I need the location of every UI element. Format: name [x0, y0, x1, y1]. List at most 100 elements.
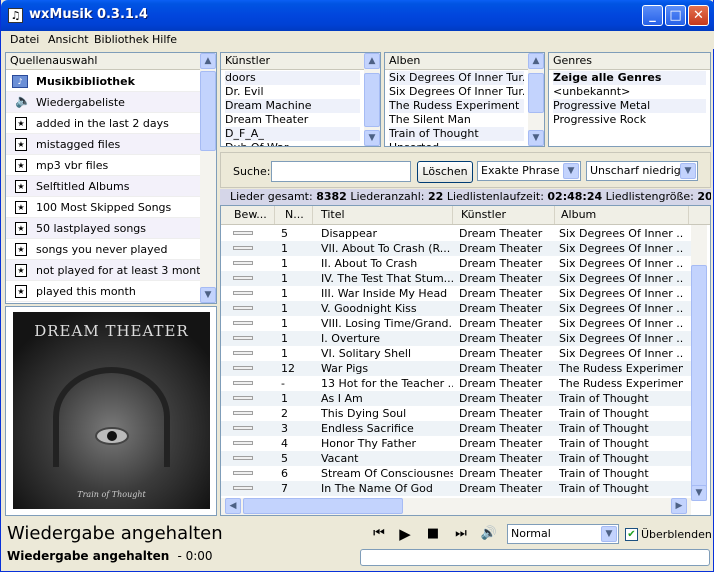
rating-bar[interactable]: [233, 291, 253, 295]
table-vscrollbar[interactable]: ▼: [691, 225, 707, 501]
table-row[interactable]: 5 Vacant Dream Theater Train of Thought: [221, 451, 691, 466]
source-item[interactable]: ★ not played for at least 3 months: [6, 260, 202, 281]
artist-item[interactable]: Dream Machine: [225, 99, 360, 113]
source-item[interactable]: ★ mistagged files: [6, 134, 202, 155]
rating-bar[interactable]: [233, 366, 253, 370]
artist-item[interactable]: Dr. Evil: [225, 85, 360, 99]
table-row[interactable]: 6 Stream Of Consciousness Dream Theater Tra…: [221, 466, 691, 481]
source-item[interactable]: ★ mp3 vbr files: [6, 155, 202, 176]
source-scrollbar[interactable]: ▲ ▼: [200, 53, 216, 303]
source-item[interactable]: ♪ Musikbibliothek: [6, 71, 202, 92]
artist-item[interactable]: doors: [225, 71, 360, 85]
clear-search-button[interactable]: Löschen: [417, 161, 473, 183]
scroll-up-icon[interactable]: ▲: [200, 53, 216, 69]
album-item[interactable]: Six Degrees Of Inner Tur...: [389, 71, 524, 85]
chevron-down-icon[interactable]: ▼: [680, 163, 696, 179]
artist-list[interactable]: Künstler doors Dr. Evil Dream Machine Dream…: [220, 52, 381, 147]
table-row[interactable]: 5 Disappear Dream Theater Six Degrees Of In…: [221, 226, 691, 241]
minimize-button[interactable]: _: [642, 5, 663, 26]
source-item[interactable]: ★ Selftitled Albums: [6, 176, 202, 197]
song-table[interactable]: Bew... N... Titel Künstler Album 5 Disapp…: [220, 205, 711, 516]
rating-bar[interactable]: [233, 321, 253, 325]
rating-bar[interactable]: [233, 381, 253, 385]
artist-item[interactable]: D_F_A_: [225, 127, 360, 141]
col-title[interactable]: Titel: [317, 206, 453, 224]
genre-item[interactable]: Progressive Metal: [553, 99, 706, 113]
table-row[interactable]: 1 VIII. Losing Time/Grand... Dream Theater…: [221, 316, 691, 331]
previous-icon[interactable]: ⏮: [369, 524, 389, 544]
source-item[interactable]: ★ 50 lastplayed songs: [6, 218, 202, 239]
fuzzy-select[interactable]: Unscharf niedrig ▼: [586, 161, 698, 181]
table-row[interactable]: 4 Honor Thy Father Dream Theater Train of T…: [221, 436, 691, 451]
artist-item[interactable]: Dub Of War: [225, 141, 360, 146]
table-row[interactable]: 1 VII. About To Crash (R... Dream Theater S…: [221, 241, 691, 256]
table-row[interactable]: 3 Endless Sacrifice Dream Theater Train of …: [221, 421, 691, 436]
source-list[interactable]: Quellenauswahl ♪ Musikbibliothek 🔈 Wiederga…: [5, 52, 217, 304]
table-row[interactable]: 1 VI. Solitary Shell Dream Theater Six Degr…: [221, 346, 691, 361]
rating-bar[interactable]: [233, 426, 253, 430]
scroll-thumb[interactable]: [200, 71, 216, 151]
album-scrollbar[interactable]: ▲ ▼: [528, 53, 544, 146]
scroll-thumb[interactable]: [364, 73, 380, 127]
col-rating[interactable]: Bew...: [230, 206, 275, 224]
rating-bar[interactable]: [233, 306, 253, 310]
album-item[interactable]: Unsorted: [389, 141, 524, 146]
table-row[interactable]: 12 War Pigs Dream Theater The Rudess Experi…: [221, 361, 691, 376]
table-row[interactable]: 1 I. Overture Dream Theater Six Degrees Of …: [221, 331, 691, 346]
menu-hilfe[interactable]: Hilfe: [152, 33, 177, 46]
source-item[interactable]: ★ songs you never played: [6, 239, 202, 260]
source-item[interactable]: ★ 100 Most Skipped Songs: [6, 197, 202, 218]
table-row[interactable]: - 13 Hot for the Teacher ... Dream Theater…: [221, 376, 691, 391]
playmode-select[interactable]: Normal ▼: [507, 524, 619, 544]
scroll-down-icon[interactable]: ▼: [691, 485, 707, 501]
table-row[interactable]: 1 III. War Inside My Head Dream Theater Six…: [221, 286, 691, 301]
table-row[interactable]: 1 As I Am Dream Theater Train of Thought: [221, 391, 691, 406]
source-item[interactable]: ★ played this month: [6, 281, 202, 302]
genre-item[interactable]: Progressive Rock: [553, 113, 706, 127]
rating-bar[interactable]: [233, 411, 253, 415]
genre-list[interactable]: Genres Zeige alle Genres <unbekannt> Progr…: [548, 52, 711, 147]
rating-bar[interactable]: [233, 396, 253, 400]
rating-bar[interactable]: [233, 246, 253, 250]
rating-bar[interactable]: [233, 276, 253, 280]
scroll-right-icon[interactable]: ▶: [671, 498, 687, 514]
scroll-thumb[interactable]: [528, 73, 544, 113]
progress-bar[interactable]: [360, 549, 710, 566]
scroll-thumb[interactable]: [691, 265, 707, 490]
search-mode-select[interactable]: Exakte Phrase ▼: [477, 161, 581, 181]
volume-icon[interactable]: 🔊: [479, 524, 499, 544]
album-item[interactable]: Train of Thought: [389, 127, 524, 141]
scroll-left-icon[interactable]: ◀: [225, 498, 241, 514]
source-item[interactable]: ★ added in the last 2 days: [6, 113, 202, 134]
album-item[interactable]: Six Degrees Of Inner Tur...: [389, 85, 524, 99]
table-row[interactable]: 1 II. About To Crash Dream Theater Six Degr…: [221, 256, 691, 271]
play-icon[interactable]: ▶: [395, 524, 415, 544]
scroll-down-icon[interactable]: ▼: [364, 130, 380, 146]
table-row[interactable]: 7 In The Name Of God Dream Theater Train of…: [221, 481, 691, 496]
table-row[interactable]: 1 IV. The Test That Stum... Dream Theater S…: [221, 271, 691, 286]
artist-item[interactable]: Dream Theater: [225, 113, 360, 127]
menu-ansicht[interactable]: Ansicht: [48, 33, 89, 46]
col-album[interactable]: Album: [557, 206, 689, 224]
maximize-button[interactable]: □: [665, 5, 686, 26]
menu-datei[interactable]: Datei: [10, 33, 39, 46]
stop-icon[interactable]: ■: [423, 524, 443, 544]
rating-bar[interactable]: [233, 471, 253, 475]
artist-scrollbar[interactable]: ▲ ▼: [364, 53, 380, 146]
title-bar[interactable]: ♫ wxMusik 0.3.1.4 _ □ ✕: [1, 0, 714, 31]
genre-item[interactable]: Zeige alle Genres: [553, 71, 706, 85]
col-number[interactable]: N...: [281, 206, 313, 224]
table-row[interactable]: 1 V. Goodnight Kiss Dream Theater Six Degre…: [221, 301, 691, 316]
source-item[interactable]: 🔈 Wiedergabeliste: [6, 92, 202, 113]
chevron-down-icon[interactable]: ▼: [601, 526, 617, 542]
rating-bar[interactable]: [233, 441, 253, 445]
rating-bar[interactable]: [233, 336, 253, 340]
scroll-down-icon[interactable]: ▼: [200, 287, 216, 303]
album-cover[interactable]: DREAM THEATER Train of Thought: [13, 312, 210, 509]
album-item[interactable]: The Rudess Experiment: [389, 99, 524, 113]
album-list[interactable]: Alben Six Degrees Of Inner Tur... Six Deg…: [384, 52, 545, 147]
rating-bar[interactable]: [233, 261, 253, 265]
rating-bar[interactable]: [233, 486, 253, 490]
crossfade-checkbox[interactable]: ✔: [625, 528, 638, 541]
genre-item[interactable]: <unbekannt>: [553, 85, 706, 99]
